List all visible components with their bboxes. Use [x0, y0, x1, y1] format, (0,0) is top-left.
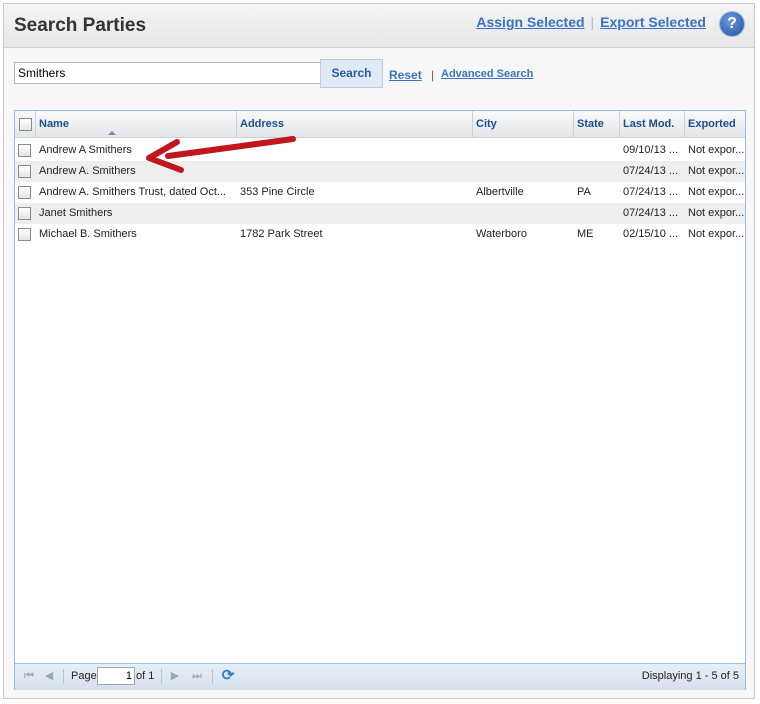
cell-city	[473, 161, 574, 182]
prev-page-icon[interactable]: ◀	[41, 668, 57, 684]
pager-divider	[212, 669, 213, 684]
pager-divider	[161, 669, 162, 684]
column-header-exported[interactable]: Exported	[685, 111, 745, 137]
cell-address: 1782 Park Street	[240, 228, 323, 240]
cell-exported: Not expor...	[688, 207, 745, 219]
paging-toolbar: ⏮ ◀ Page of 1 ▶ ⏭ ⟳ Displaying 1 - 5 of …	[15, 663, 745, 690]
cell-address	[237, 203, 473, 224]
row-checkbox[interactable]	[18, 207, 31, 220]
cell-state	[574, 140, 620, 161]
select-all-header-cell	[15, 111, 36, 137]
first-page-icon[interactable]: ⏮	[21, 668, 37, 684]
row-checkbox[interactable]	[18, 165, 31, 178]
next-page-icon[interactable]: ▶	[167, 668, 183, 684]
search-button[interactable]: Search	[320, 59, 383, 88]
cell-city: Waterboro	[476, 228, 527, 240]
grid-header: Name Address City State Last Mod. Export…	[15, 111, 745, 138]
column-header-city[interactable]: City	[473, 111, 574, 137]
assign-selected-link[interactable]: Assign Selected	[476, 14, 584, 30]
cell-exported: Not expor...	[688, 228, 745, 240]
cell-name: Andrew A Smithers	[39, 144, 132, 156]
results-grid: Name Address City State Last Mod. Export…	[14, 110, 746, 690]
cell-city	[473, 140, 574, 161]
column-header-address[interactable]: Address	[237, 111, 473, 137]
cell-exported: Not expor...	[688, 165, 745, 177]
cell-name: Janet Smithers	[39, 207, 113, 219]
displaying-count: Displaying 1 - 5 of 5	[641, 670, 739, 682]
page-count-label: of 1	[136, 670, 155, 682]
cell-name: Andrew A. Smithers Trust, dated Oct...	[39, 186, 227, 198]
cell-state	[574, 203, 620, 224]
cell-city: Albertville	[476, 186, 524, 198]
advanced-search-link[interactable]: Advanced Search	[441, 68, 533, 80]
cell-exported: Not expor...	[688, 144, 745, 156]
table-row[interactable]: Janet Smithers 07/24/13 ... Not expor...	[15, 203, 745, 224]
header-separator: |	[590, 14, 595, 30]
cell-city	[473, 203, 574, 224]
column-header-last-mod[interactable]: Last Mod.	[620, 111, 685, 137]
table-row[interactable]: Andrew A Smithers 09/10/13 ... Not expor…	[15, 140, 745, 161]
last-page-icon[interactable]: ⏭	[189, 668, 205, 684]
column-header-state[interactable]: State	[574, 111, 620, 137]
sort-ascending-icon	[108, 131, 116, 135]
cell-state: ME	[577, 228, 594, 240]
cell-last-mod: 02/15/10 ...	[623, 228, 679, 240]
cell-exported: Not expor...	[688, 186, 745, 198]
cell-state	[574, 161, 620, 182]
cell-name: Andrew A. Smithers	[39, 165, 136, 177]
cell-last-mod: 07/24/13 ...	[623, 165, 679, 177]
cell-address: 353 Pine Circle	[240, 186, 315, 198]
table-row[interactable]: Michael B. Smithers 1782 Park Street Wat…	[15, 224, 745, 245]
export-selected-link[interactable]: Export Selected	[600, 14, 706, 30]
search-parties-panel: Search Parties Assign Selected | Export Se…	[3, 3, 755, 699]
page-label: Page	[71, 670, 97, 682]
search-bar: Search Reset | Advanced Search	[14, 59, 749, 92]
refresh-icon[interactable]: ⟳	[220, 668, 236, 684]
table-row[interactable]: Andrew A. Smithers Trust, dated Oct... 3…	[15, 182, 745, 203]
cell-state: PA	[577, 186, 591, 198]
cell-address	[237, 161, 473, 182]
reset-link[interactable]: Reset	[389, 68, 422, 82]
cell-address	[237, 140, 473, 161]
cell-last-mod: 09/10/13 ...	[623, 144, 679, 156]
help-icon[interactable]: ?	[720, 12, 744, 36]
header-actions: Assign Selected | Export Selected	[476, 14, 706, 30]
cell-last-mod: 07/24/13 ...	[623, 207, 679, 219]
title-bar: Search Parties Assign Selected | Export Se…	[4, 4, 754, 48]
cell-name: Michael B. Smithers	[39, 228, 137, 240]
page-number-input[interactable]	[97, 667, 135, 685]
row-checkbox[interactable]	[18, 228, 31, 241]
search-input[interactable]	[14, 62, 322, 84]
pager-divider	[63, 669, 64, 684]
column-header-name[interactable]: Name	[36, 111, 237, 137]
cell-last-mod: 07/24/13 ...	[623, 186, 679, 198]
search-separator: |	[431, 68, 435, 82]
row-checkbox[interactable]	[18, 144, 31, 157]
table-row[interactable]: Andrew A. Smithers 07/24/13 ... Not expo…	[15, 161, 745, 182]
page-title: Search Parties	[14, 15, 147, 36]
row-checkbox[interactable]	[18, 186, 31, 199]
select-all-checkbox[interactable]	[19, 118, 32, 131]
